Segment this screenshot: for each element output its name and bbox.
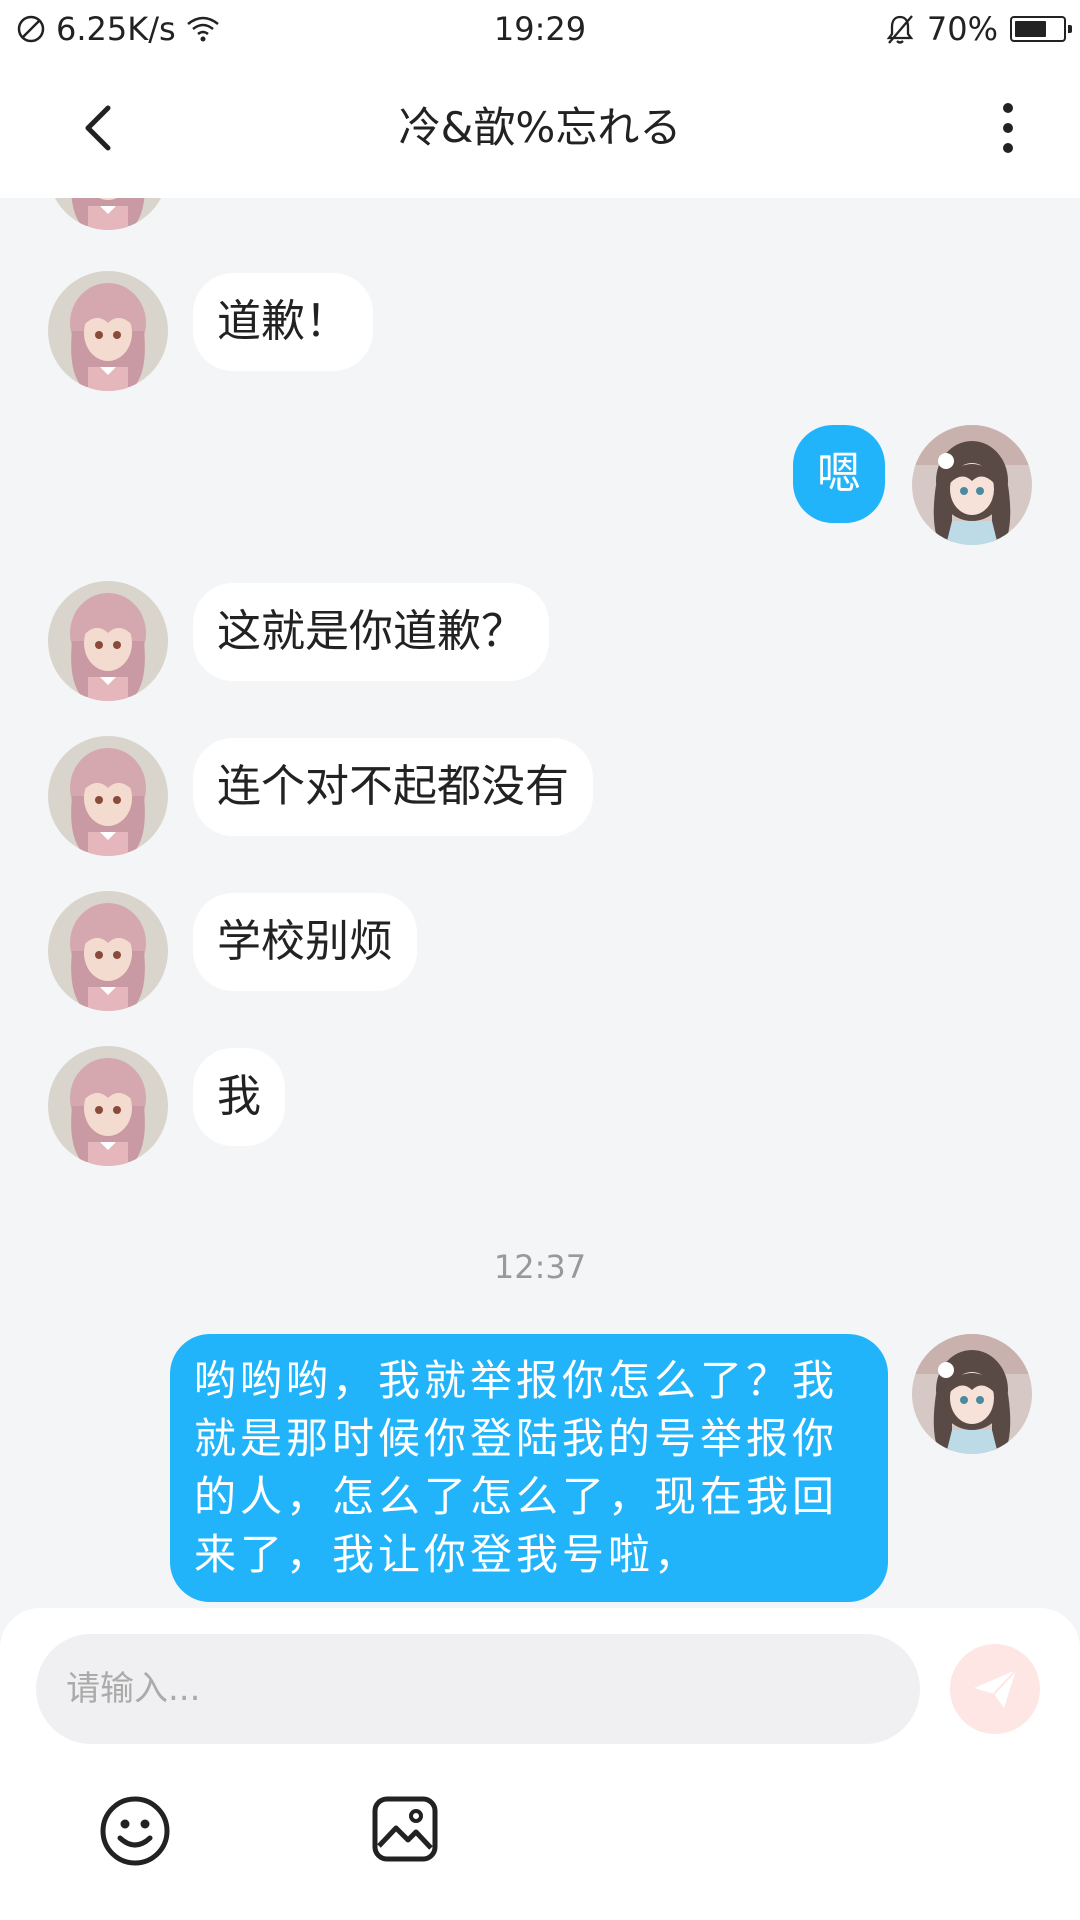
emoji-button[interactable] xyxy=(98,1794,172,1868)
anime-girl-avatar-icon xyxy=(48,736,168,856)
anime-girl-brown-hair-avatar-icon xyxy=(912,425,1032,545)
more-button[interactable] xyxy=(976,96,1040,160)
incoming-message[interactable]: 我 xyxy=(193,1048,285,1146)
image-button[interactable] xyxy=(370,1794,440,1864)
battery-icon xyxy=(1010,16,1072,42)
battery-fill xyxy=(1015,21,1046,37)
more-vertical-icon xyxy=(1003,103,1013,153)
outgoing-message[interactable]: 嗯 xyxy=(793,425,885,523)
anime-girl-avatar-icon xyxy=(48,891,168,1011)
incoming-message[interactable]: 这就是你道歉？ xyxy=(193,583,549,681)
emoji-icon xyxy=(100,1796,170,1866)
mute-bell-icon xyxy=(886,15,914,44)
image-icon xyxy=(372,1796,438,1862)
anime-girl-avatar-icon xyxy=(48,1046,168,1166)
contact-avatar[interactable] xyxy=(48,581,168,701)
outgoing-message[interactable]: 哟哟哟，我就举报你怎么了？我就是那时候你登陆我的号举报你的人，怎么了怎么了，现在… xyxy=(170,1334,888,1602)
contact-avatar[interactable] xyxy=(48,1046,168,1166)
anime-girl-avatar-icon xyxy=(48,198,168,230)
incoming-message[interactable]: 连个对不起都没有 xyxy=(193,738,593,836)
contact-avatar[interactable] xyxy=(48,271,168,391)
anime-girl-avatar-icon xyxy=(48,271,168,391)
message-list[interactable]: 道歉！ 嗯 这就是你道歉？ 连个对不起都没有 学校别烦 我 12:37 哟哟哟，… xyxy=(0,198,1080,1608)
message-timestamp: 12:37 xyxy=(493,1248,587,1286)
message-input[interactable] xyxy=(36,1634,920,1744)
send-button[interactable] xyxy=(950,1644,1040,1734)
contact-avatar[interactable] xyxy=(48,891,168,1011)
message-composer xyxy=(0,1608,1080,1920)
incoming-message[interactable]: 学校别烦 xyxy=(193,893,417,991)
anime-girl-avatar-icon xyxy=(48,581,168,701)
my-avatar[interactable] xyxy=(912,1334,1032,1454)
chat-header: 冷&歆%忘れる xyxy=(0,58,1080,198)
contact-avatar[interactable] xyxy=(48,736,168,856)
status-bar: 6.25K/s 19:29 70% xyxy=(0,0,1080,58)
contact-avatar[interactable] xyxy=(48,198,168,230)
chat-title: 冷&歆%忘れる xyxy=(398,103,682,152)
my-avatar[interactable] xyxy=(912,425,1032,545)
send-icon xyxy=(974,1669,1017,1708)
status-right: 70% xyxy=(885,8,1072,50)
anime-girl-brown-hair-avatar-icon xyxy=(912,1334,1032,1454)
battery-percent: 70% xyxy=(926,10,998,48)
incoming-message[interactable]: 道歉！ xyxy=(193,273,373,371)
